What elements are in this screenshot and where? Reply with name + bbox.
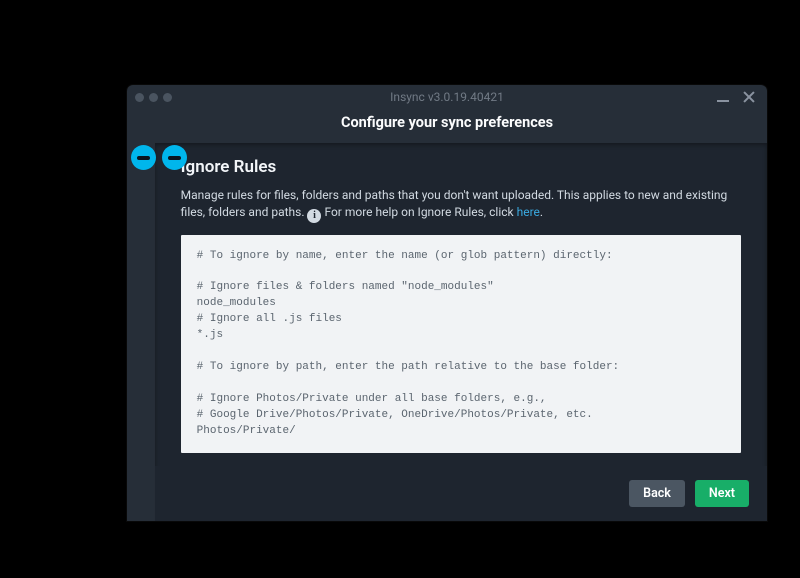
back-button[interactable]: Back (629, 480, 685, 507)
traffic-dot (149, 93, 158, 102)
section-title: Ignore Rules (181, 157, 741, 177)
minimize-icon[interactable] (717, 100, 729, 102)
desc-tail: . (540, 205, 543, 219)
window-controls (717, 91, 759, 103)
next-button[interactable]: Next (695, 480, 749, 507)
traffic-dot (135, 93, 144, 102)
account-avatar[interactable] (131, 145, 156, 170)
app-window: Insync v3.0.19.40421 Configure your sync… (127, 85, 767, 521)
section-description: Manage rules for files, folders and path… (181, 187, 741, 221)
sidebar (127, 143, 154, 521)
content-panel: Ignore Rules Manage rules for files, fol… (154, 143, 767, 521)
window-title: Insync v3.0.19.40421 (127, 90, 767, 104)
minus-icon (137, 156, 150, 160)
titlebar: Insync v3.0.19.40421 (127, 85, 767, 109)
desc-text-2: For more help on Ignore Rules, click (321, 205, 516, 219)
minus-icon (168, 156, 181, 160)
footer: Back Next (155, 466, 767, 521)
info-icon[interactable]: i (307, 209, 321, 223)
traffic-dot (163, 93, 172, 102)
account-avatar[interactable] (162, 145, 187, 170)
page-title: Configure your sync preferences (127, 109, 767, 143)
close-icon[interactable] (743, 91, 755, 103)
ignore-rules-textarea[interactable]: # To ignore by name, enter the name (or … (181, 235, 741, 453)
main-body: Ignore Rules Manage rules for files, fol… (127, 143, 767, 521)
help-link[interactable]: here (517, 205, 540, 219)
traffic-lights (135, 93, 172, 102)
